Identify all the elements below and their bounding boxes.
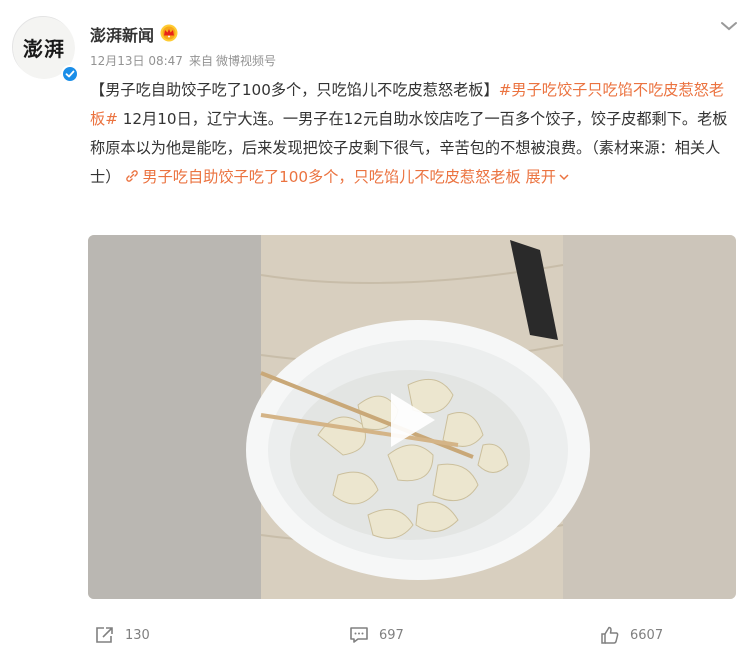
expand-button[interactable]: 展开: [526, 168, 570, 186]
thumbs-up-icon: [601, 626, 619, 644]
repost-button[interactable]: 130: [95, 623, 150, 647]
post-title: 【男子吃自助饺子吃了100多个，只吃馅儿不吃皮惹怒老板】: [90, 81, 499, 99]
source-prefix: 来自: [188, 54, 213, 68]
play-icon[interactable]: [377, 387, 443, 453]
like-button[interactable]: 6607: [600, 623, 663, 647]
crown-icon: [160, 24, 178, 42]
post-text: 【男子吃自助饺子吃了100多个，只吃馅儿不吃皮惹怒老板】#男子吃饺子只吃馅不吃皮…: [90, 76, 735, 192]
expand-label: 展开: [525, 168, 556, 186]
video-link[interactable]: 男子吃自助饺子吃了100多个，只吃馅儿不吃皮惹怒老板: [120, 168, 521, 186]
repost-icon: [96, 627, 113, 643]
chevron-down-icon[interactable]: [718, 18, 740, 34]
comment-icon: [350, 627, 368, 643]
comment-count: 697: [379, 627, 404, 643]
avatar-text: 澎湃: [23, 37, 65, 61]
action-bar: 130 697 6607: [0, 615, 753, 655]
verified-badge-icon: [61, 65, 79, 83]
video-link-text[interactable]: 男子吃自助饺子吃了100多个，只吃馅儿不吃皮惹怒老板: [142, 168, 520, 186]
weibo-post-card: 澎湃 澎湃新闻 12月13日 08:47 来自 微博视频号 【男子吃自助饺子吃了10…: [0, 0, 753, 656]
post-time[interactable]: 12月13日 08:47: [90, 54, 183, 68]
comment-button[interactable]: 697: [349, 623, 404, 647]
author-name[interactable]: 澎湃新闻: [90, 22, 154, 46]
video-player[interactable]: [88, 235, 736, 599]
avatar[interactable]: 澎湃: [12, 16, 79, 83]
like-count: 6607: [630, 627, 664, 643]
link-icon: [126, 170, 139, 182]
post-meta: 12月13日 08:47 来自 微博视频号: [90, 52, 282, 69]
expand-chevron-icon: [559, 174, 569, 181]
repost-count: 130: [125, 627, 150, 643]
post-source[interactable]: 微博视频号: [216, 54, 276, 68]
